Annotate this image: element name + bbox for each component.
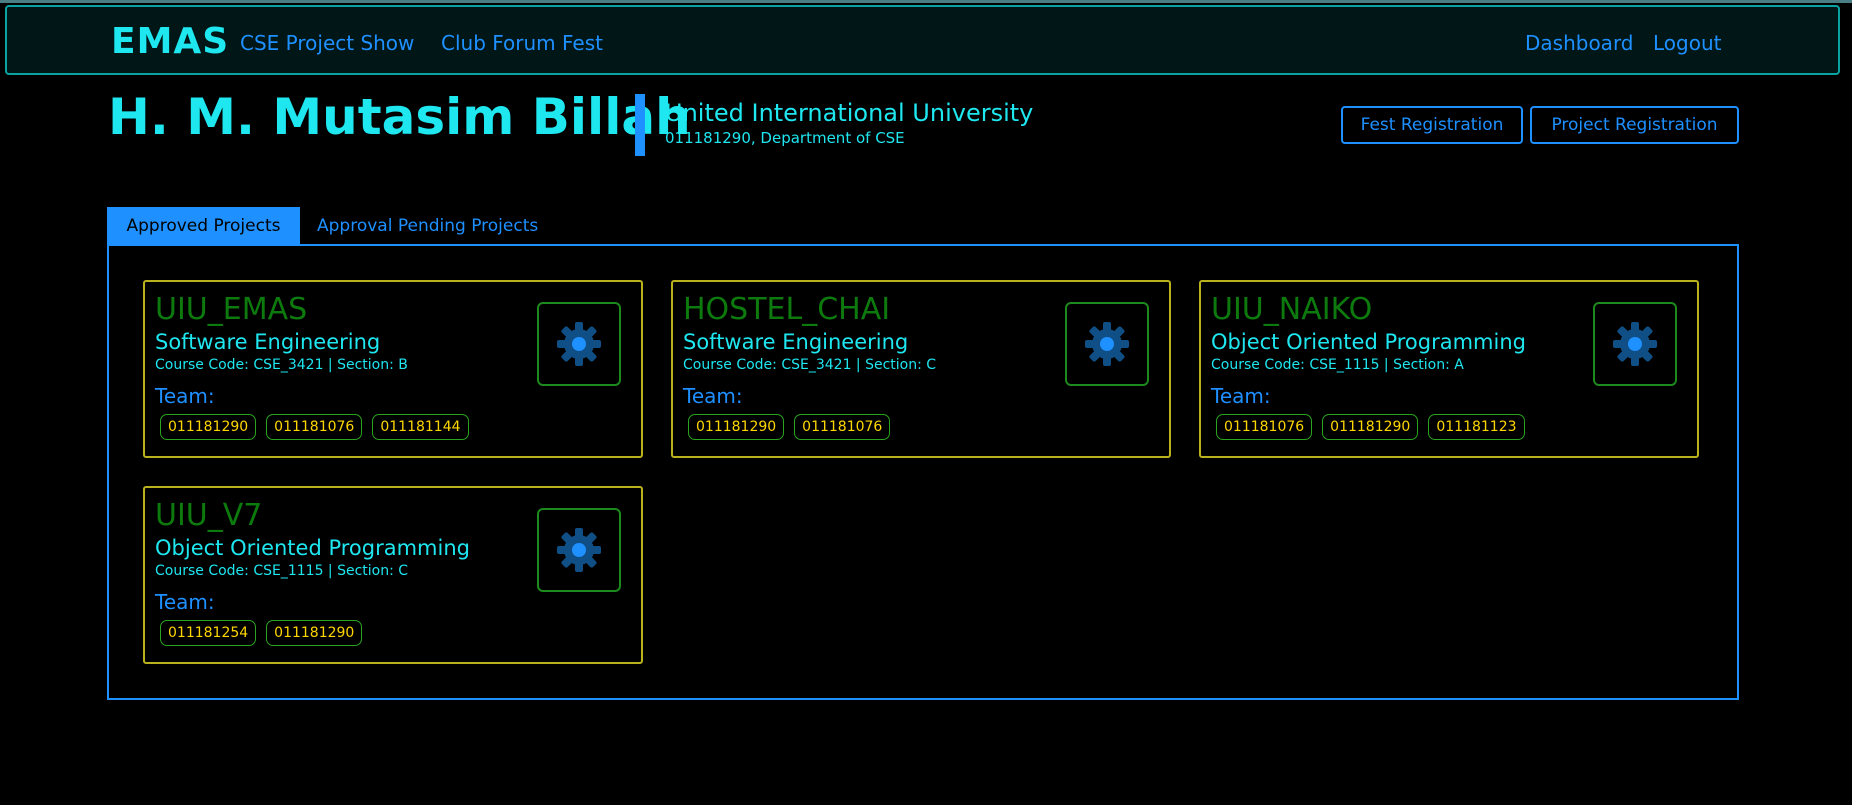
team-members: 011181076 011181290 011181123 bbox=[1216, 414, 1525, 440]
project-settings-button[interactable] bbox=[537, 302, 621, 386]
team-member-chip: 011181290 bbox=[266, 620, 363, 646]
team-label: Team: bbox=[1211, 384, 1271, 408]
project-card: UIU_NAIKO Object Oriented Programming Co… bbox=[1199, 280, 1699, 458]
project-course: Software Engineering bbox=[683, 330, 909, 354]
top-border-line bbox=[0, 0, 1852, 3]
nav-link-cse-project-show[interactable]: CSE Project Show bbox=[240, 31, 414, 55]
team-member-chip: 011181123 bbox=[1428, 414, 1525, 440]
team-members: 011181290 011181076 bbox=[688, 414, 891, 440]
team-label: Team: bbox=[155, 590, 215, 614]
gear-icon bbox=[557, 528, 601, 572]
project-settings-button[interactable] bbox=[1065, 302, 1149, 386]
team-members: 011181290 011181076 011181144 bbox=[160, 414, 469, 440]
navbar: EMAS CSE Project Show Club Forum Fest Da… bbox=[5, 5, 1840, 75]
project-settings-button[interactable] bbox=[1593, 302, 1677, 386]
nav-link-dashboard[interactable]: Dashboard bbox=[1525, 31, 1634, 55]
tab-approved-projects[interactable]: Approved Projects bbox=[107, 207, 300, 244]
project-course: Object Oriented Programming bbox=[1211, 330, 1526, 354]
nav-link-club-forum-fest[interactable]: Club Forum Fest bbox=[441, 31, 603, 55]
team-label: Team: bbox=[683, 384, 743, 408]
tab-approval-pending-projects[interactable]: Approval Pending Projects bbox=[317, 207, 538, 244]
team-member-chip: 011181076 bbox=[1216, 414, 1313, 440]
project-registration-button[interactable]: Project Registration bbox=[1530, 106, 1739, 144]
nav-link-logout[interactable]: Logout bbox=[1653, 31, 1721, 55]
brand-logo[interactable]: EMAS bbox=[111, 21, 229, 62]
project-card: HOSTEL_CHAI Software Engineering Course … bbox=[671, 280, 1171, 458]
projects-panel: UIU_EMAS Software Engineering Course Cod… bbox=[107, 244, 1739, 700]
fest-registration-button[interactable]: Fest Registration bbox=[1341, 106, 1523, 144]
project-course-meta: Course Code: CSE_1115 | Section: C bbox=[155, 563, 409, 579]
project-course-meta: Course Code: CSE_3421 | Section: C bbox=[683, 357, 937, 373]
profile-university: United International University bbox=[665, 99, 1034, 127]
project-title[interactable]: UIU_V7 bbox=[155, 498, 262, 533]
profile-divider bbox=[635, 94, 645, 156]
profile-name: H. M. Mutasim Billah bbox=[108, 88, 691, 146]
project-course-meta: Course Code: CSE_1115 | Section: A bbox=[1211, 357, 1464, 373]
gear-icon bbox=[1613, 322, 1657, 366]
project-title[interactable]: UIU_NAIKO bbox=[1211, 292, 1372, 327]
team-member-chip: 011181290 bbox=[1322, 414, 1419, 440]
project-course: Software Engineering bbox=[155, 330, 381, 354]
team-members: 011181254 011181290 bbox=[160, 620, 363, 646]
gear-icon bbox=[557, 322, 601, 366]
project-title[interactable]: HOSTEL_CHAI bbox=[683, 292, 890, 327]
project-card: UIU_EMAS Software Engineering Course Cod… bbox=[143, 280, 643, 458]
project-title[interactable]: UIU_EMAS bbox=[155, 292, 307, 327]
team-member-chip: 011181254 bbox=[160, 620, 257, 646]
team-member-chip: 011181076 bbox=[794, 414, 891, 440]
team-member-chip: 011181144 bbox=[372, 414, 469, 440]
gear-icon bbox=[1085, 322, 1129, 366]
team-member-chip: 011181076 bbox=[266, 414, 363, 440]
team-member-chip: 011181290 bbox=[160, 414, 257, 440]
project-course: Object Oriented Programming bbox=[155, 536, 470, 560]
project-course-meta: Course Code: CSE_3421 | Section: B bbox=[155, 357, 408, 373]
team-label: Team: bbox=[155, 384, 215, 408]
profile-details: 011181290, Department of CSE bbox=[665, 129, 905, 147]
project-card: UIU_V7 Object Oriented Programming Cours… bbox=[143, 486, 643, 664]
project-settings-button[interactable] bbox=[537, 508, 621, 592]
team-member-chip: 011181290 bbox=[688, 414, 785, 440]
